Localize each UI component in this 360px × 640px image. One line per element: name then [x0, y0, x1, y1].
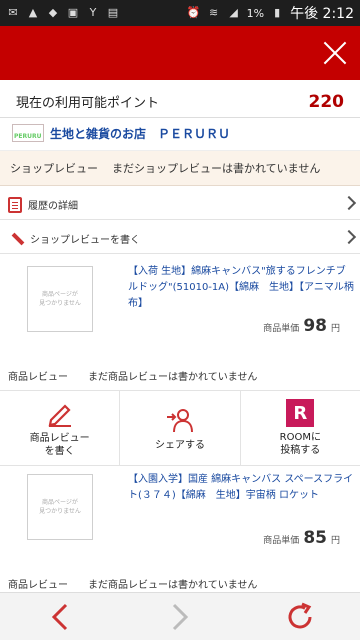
status-bar: ✉ ▲ ◆ ▣ Y ▤ ⏰ ≋ ◢ 1% ▮ 午後 2:12 [0, 0, 360, 26]
price-value: 85 [303, 528, 327, 548]
product-review-status: まだ商品レビューは書かれていません [88, 371, 258, 383]
wifi-icon: ≋ [209, 6, 219, 19]
alarm-icon: ⏰ [186, 6, 201, 19]
chevron-right-icon [172, 603, 189, 630]
history-link[interactable]: 履歴の詳細 [0, 190, 360, 220]
clock: 午後 2:12 [290, 6, 354, 22]
product-image-placeholder[interactable]: 商品ページが 見つかりません [27, 266, 93, 332]
shop-review-band: ショップレビュー まだショップレビューは書かれていません [0, 150, 360, 186]
write-shop-review-label: ショップレビューを書く [30, 235, 140, 246]
mail-icon: ✉ [8, 6, 18, 19]
write-shop-review-link[interactable]: ショップレビューを書く [0, 224, 360, 254]
shop-review-status: まだショップレビューは書かれていません [112, 162, 321, 175]
product-review-row: 商品レビュー まだ商品レビューは書かれていません [0, 572, 360, 594]
write-review-label: 商品レビュー を書く [29, 433, 90, 457]
product-item: 商品ページが 見つかりません 【入園入学】国産 綿麻キャンバス スペースフライト… [0, 470, 360, 570]
price-value: 98 [303, 316, 327, 336]
price-row: 商品単価 98 円 [263, 316, 340, 336]
product-item: 商品ページが 見つかりません 【入荷 生地】綿麻キャンバス"旅するフレンチブルド… [0, 262, 360, 362]
bottom-nav [0, 592, 360, 640]
share-button[interactable]: シェアする [120, 391, 241, 465]
points-row: 現在の利用可能ポイント 220 [0, 86, 360, 118]
price-label: 商品単価 [263, 324, 300, 334]
price-unit: 円 [330, 324, 340, 334]
pencil-icon [48, 404, 71, 427]
action-bar: 商品レビュー を書く シェアする R ROOMに 投稿する [0, 390, 360, 466]
product-title[interactable]: 【入園入学】国産 綿麻キャンバス スペースフライト(３７４)【綿麻 生地】宇宙柄… [128, 472, 354, 504]
price-row: 商品単価 85 円 [263, 528, 340, 548]
shop-logo: PERURU [12, 124, 44, 142]
product-title[interactable]: 【入荷 生地】綿麻キャンバス"旅するフレンチブルドッグ"(51010-1A)【綿… [128, 264, 360, 312]
no-image-text: 商品ページが 見つかりません [39, 499, 81, 515]
product-review-label: 商品レビュー [8, 371, 68, 383]
warning-icon: ▲ [28, 6, 38, 19]
chevron-right-icon [341, 195, 357, 211]
price-unit: 円 [330, 536, 340, 546]
signal-icon: ◢ [229, 6, 238, 19]
app-icon: ◆ [48, 6, 58, 19]
product-review-label: 商品レビュー [8, 579, 68, 591]
product-image-placeholder[interactable]: 商品ページが 見つかりません [27, 474, 93, 540]
battery-icon: ▮ [274, 6, 281, 19]
history-link-label: 履歴の詳細 [28, 201, 78, 212]
share-icon [166, 408, 193, 432]
product-review-status: まだ商品レビューは書かれていません [88, 579, 258, 591]
write-review-button[interactable]: 商品レビュー を書く [0, 391, 121, 465]
room-label: ROOMに 投稿する [279, 432, 321, 456]
share-label: シェアする [154, 439, 205, 451]
shop-row[interactable]: PERURU 生地と雑貨のお店 ＰＥＲＵＲＵ [0, 120, 360, 146]
pencil-icon [8, 231, 24, 247]
points-label: 現在の利用可能ポイント [16, 96, 160, 111]
shop-logo-text: PERURU [14, 133, 42, 140]
yahoo-icon: Y [89, 6, 97, 19]
header-bar [0, 26, 360, 80]
room-post-button[interactable]: R ROOMに 投稿する [241, 391, 360, 465]
reload-icon [288, 602, 312, 628]
image-icon: ▣ [67, 6, 79, 19]
shop-name[interactable]: 生地と雑貨のお店 ＰＥＲＵＲＵ [50, 125, 230, 142]
chevron-right-icon [341, 229, 357, 245]
product-review-row: 商品レビュー まだ商品レビューは書かれていません [0, 364, 360, 386]
shop-review-label: ショップレビュー [10, 162, 98, 175]
chevron-left-icon [51, 603, 68, 630]
no-image-text: 商品ページが 見つかりません [39, 291, 81, 307]
points-value: 220 [308, 91, 345, 112]
bag-icon: ▤ [107, 6, 119, 19]
room-icon: R [286, 399, 315, 427]
reload-button[interactable] [280, 597, 320, 637]
price-label: 商品単価 [263, 536, 300, 546]
battery-percent: 1% [246, 6, 265, 20]
forward-button[interactable] [160, 597, 200, 637]
close-icon[interactable] [322, 40, 348, 66]
list-icon [8, 196, 22, 213]
back-button[interactable] [40, 597, 80, 637]
